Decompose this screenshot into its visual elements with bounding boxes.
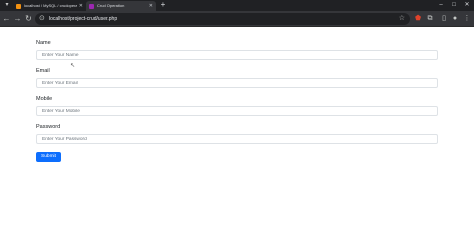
mobile-input[interactable] (36, 106, 438, 116)
extensions-puzzle-icon[interactable]: ⧉ (425, 14, 435, 24)
close-window-button[interactable]: ✕ (462, 0, 472, 11)
back-button[interactable]: ← (2, 14, 11, 24)
email-input[interactable] (36, 78, 438, 88)
forward-button[interactable]: → (13, 14, 22, 24)
name-label: Name (36, 40, 51, 46)
bookmark-star-icon[interactable]: ☆ (399, 13, 405, 25)
close-tab-icon[interactable]: ✕ (79, 1, 83, 11)
password-label: Password (36, 124, 61, 130)
address-bar[interactable]: ⊙ localhost/project-crud/user.php ☆ (35, 13, 410, 25)
tab-title: localhost / MySQL / crudoperations (24, 3, 77, 8)
new-tab-button[interactable]: + (159, 1, 167, 10)
tab-phpmyadmin[interactable]: localhost / MySQL / crudoperations ✕ (13, 1, 86, 11)
minimize-button[interactable]: – (436, 0, 446, 11)
menu-kebab-icon[interactable]: ⋮ (462, 14, 472, 24)
phpmyadmin-favicon-icon (16, 3, 21, 9)
site-favicon-icon (89, 3, 94, 9)
reload-button[interactable]: ↻ (24, 14, 33, 24)
site-info-icon[interactable]: ⊙ (39, 15, 45, 23)
profile-avatar-icon[interactable]: ● (450, 14, 460, 24)
user-form: Name Email Mobile Password Submit (36, 40, 438, 162)
maximize-button[interactable]: □ (449, 0, 459, 11)
tab-list-button[interactable]: ▾ (2, 1, 12, 10)
close-tab-icon[interactable]: ✕ (149, 1, 153, 11)
brave-shield-icon[interactable]: ⬟ (413, 14, 423, 24)
tab-title: Crud Operation (97, 3, 125, 8)
page-content: Name Email Mobile Password Submit ↖ (0, 28, 474, 252)
tab-strip: ▾ localhost / MySQL / crudoperations ✕ C… (0, 0, 474, 11)
submit-button[interactable]: Submit (36, 152, 61, 162)
mouse-cursor-icon: ↖ (70, 63, 76, 69)
email-label: Email (36, 68, 50, 74)
address-url: localhost/project-crud/user.php (49, 16, 118, 22)
name-input[interactable] (36, 50, 438, 60)
mobile-label: Mobile (36, 96, 53, 102)
sidebar-toggle-icon[interactable]: ▯ (439, 14, 449, 24)
password-input[interactable] (36, 134, 438, 144)
tab-crud-operation[interactable]: Crud Operation ✕ (86, 1, 156, 11)
browser-toolbar: ← → ↻ ⊙ localhost/project-crud/user.php … (0, 11, 474, 27)
